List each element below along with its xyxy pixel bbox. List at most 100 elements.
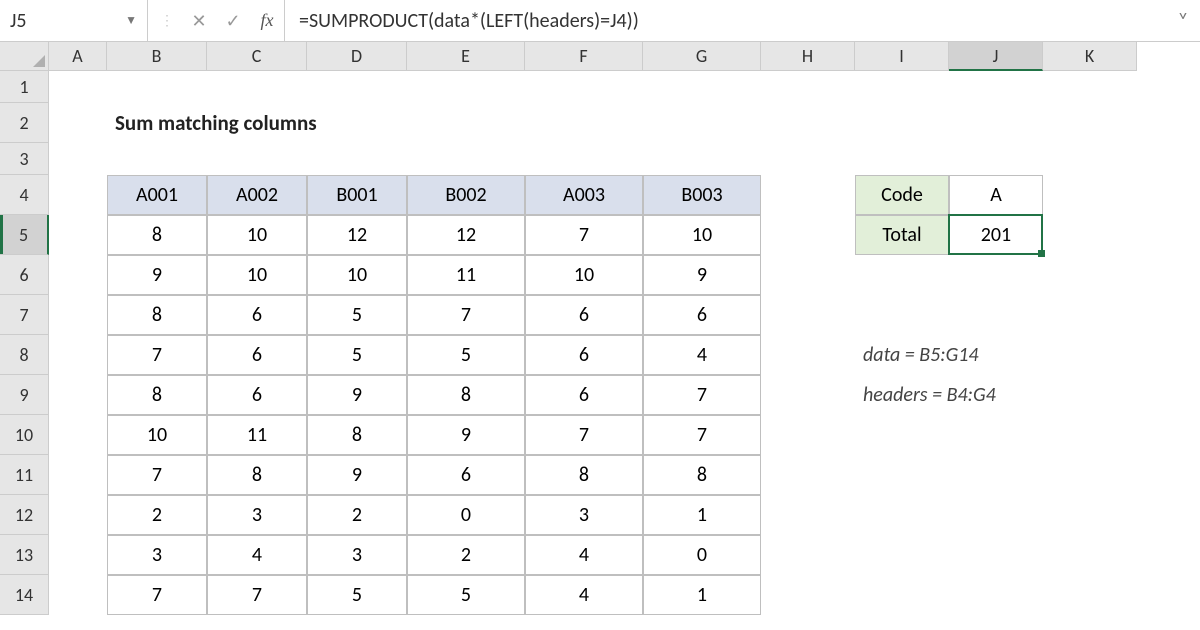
data-cell-r5-G[interactable]: 10 — [643, 215, 761, 255]
data-cell-r11-G[interactable]: 8 — [643, 455, 761, 495]
data-cell-r5-D[interactable]: 12 — [307, 215, 407, 255]
data-cell-r6-E[interactable]: 11 — [407, 255, 525, 295]
data-header-B002[interactable]: B002 — [407, 175, 525, 215]
name-box[interactable]: J5 — [10, 9, 119, 33]
data-cell-r9-E[interactable]: 8 — [407, 375, 525, 415]
column-header-K[interactable]: K — [1043, 42, 1137, 71]
data-cell-r7-F[interactable]: 6 — [525, 295, 643, 335]
data-cell-r11-D[interactable]: 9 — [307, 455, 407, 495]
data-cell-r14-G[interactable]: 1 — [643, 575, 761, 615]
data-cell-r8-G[interactable]: 4 — [643, 335, 761, 375]
data-cell-r12-B[interactable]: 2 — [107, 495, 207, 535]
column-header-F[interactable]: F — [525, 42, 643, 71]
fx-icon[interactable]: fx — [250, 10, 284, 31]
data-cell-r13-E[interactable]: 2 — [407, 535, 525, 575]
column-header-G[interactable]: G — [643, 42, 761, 71]
row-header-1[interactable]: 1 — [0, 71, 49, 103]
name-box-dropdown-icon[interactable]: ▼ — [119, 13, 143, 28]
summary-code-label[interactable]: Code — [855, 175, 949, 215]
row-header-14[interactable]: 14 — [0, 575, 49, 615]
data-cell-r13-F[interactable]: 4 — [525, 535, 643, 575]
data-cell-r7-B[interactable]: 8 — [107, 295, 207, 335]
data-cell-r9-D[interactable]: 9 — [307, 375, 407, 415]
data-cell-r14-F[interactable]: 4 — [525, 575, 643, 615]
row-header-8[interactable]: 8 — [0, 335, 49, 375]
row-header-6[interactable]: 6 — [0, 255, 49, 295]
column-header-D[interactable]: D — [307, 42, 407, 71]
summary-total-label[interactable]: Total — [855, 215, 949, 255]
row-header-7[interactable]: 7 — [0, 295, 49, 335]
data-cell-r14-B[interactable]: 7 — [107, 575, 207, 615]
data-cell-r12-C[interactable]: 3 — [207, 495, 307, 535]
data-cell-r6-C[interactable]: 10 — [207, 255, 307, 295]
column-header-A[interactable]: A — [49, 42, 107, 71]
data-cell-r11-E[interactable]: 6 — [407, 455, 525, 495]
summary-code-value[interactable]: A — [949, 175, 1043, 215]
row-header-9[interactable]: 9 — [0, 375, 49, 415]
data-cell-r7-D[interactable]: 5 — [307, 295, 407, 335]
column-header-J[interactable]: J — [949, 42, 1043, 71]
data-cell-r9-C[interactable]: 6 — [207, 375, 307, 415]
data-cell-r8-B[interactable]: 7 — [107, 335, 207, 375]
data-cell-r7-E[interactable]: 7 — [407, 295, 525, 335]
data-header-B003[interactable]: B003 — [643, 175, 761, 215]
data-cell-r10-C[interactable]: 11 — [207, 415, 307, 455]
data-cell-r8-D[interactable]: 5 — [307, 335, 407, 375]
column-header-C[interactable]: C — [207, 42, 307, 71]
data-header-A001[interactable]: A001 — [107, 175, 207, 215]
column-header-B[interactable]: B — [107, 42, 207, 71]
data-cell-r10-G[interactable]: 7 — [643, 415, 761, 455]
data-cell-r10-E[interactable]: 9 — [407, 415, 525, 455]
column-header-I[interactable]: I — [855, 42, 949, 71]
data-cell-r10-B[interactable]: 10 — [107, 415, 207, 455]
row-header-13[interactable]: 13 — [0, 535, 49, 575]
data-cell-r9-G[interactable]: 7 — [643, 375, 761, 415]
data-cell-r13-B[interactable]: 3 — [107, 535, 207, 575]
data-cell-r6-F[interactable]: 10 — [525, 255, 643, 295]
column-header-H[interactable]: H — [761, 42, 855, 71]
data-cell-r6-B[interactable]: 9 — [107, 255, 207, 295]
row-header-10[interactable]: 10 — [0, 415, 49, 455]
data-cell-r8-F[interactable]: 6 — [525, 335, 643, 375]
data-cell-r12-E[interactable]: 0 — [407, 495, 525, 535]
row-header-5[interactable]: 5 — [0, 215, 49, 255]
data-cell-r6-G[interactable]: 9 — [643, 255, 761, 295]
data-cell-r8-E[interactable]: 5 — [407, 335, 525, 375]
formula-input[interactable]: =SUMPRODUCT(data*(LEFT(headers)=J4)) — [285, 9, 1166, 33]
data-cell-r14-D[interactable]: 5 — [307, 575, 407, 615]
data-cell-r8-C[interactable]: 6 — [207, 335, 307, 375]
data-cell-r9-F[interactable]: 6 — [525, 375, 643, 415]
enter-icon[interactable]: ✓ — [216, 10, 250, 32]
data-cell-r13-C[interactable]: 4 — [207, 535, 307, 575]
data-cell-r14-E[interactable]: 5 — [407, 575, 525, 615]
cancel-icon[interactable]: ✕ — [182, 10, 216, 32]
data-cell-r9-B[interactable]: 8 — [107, 375, 207, 415]
data-cell-r13-D[interactable]: 3 — [307, 535, 407, 575]
row-header-4[interactable]: 4 — [0, 175, 49, 215]
data-cell-r11-C[interactable]: 8 — [207, 455, 307, 495]
row-header-2[interactable]: 2 — [0, 103, 49, 143]
row-header-11[interactable]: 11 — [0, 455, 49, 495]
data-cell-r6-D[interactable]: 10 — [307, 255, 407, 295]
data-header-A003[interactable]: A003 — [525, 175, 643, 215]
data-cell-r5-E[interactable]: 12 — [407, 215, 525, 255]
data-header-B001[interactable]: B001 — [307, 175, 407, 215]
data-cell-r10-F[interactable]: 7 — [525, 415, 643, 455]
data-cell-r11-F[interactable]: 8 — [525, 455, 643, 495]
row-header-12[interactable]: 12 — [0, 495, 49, 535]
data-cell-r5-F[interactable]: 7 — [525, 215, 643, 255]
data-cell-r11-B[interactable]: 7 — [107, 455, 207, 495]
data-cell-r13-G[interactable]: 0 — [643, 535, 761, 575]
select-all-corner[interactable] — [0, 42, 49, 71]
title-cell[interactable]: Sum matching columns — [107, 103, 507, 143]
data-cell-r5-B[interactable]: 8 — [107, 215, 207, 255]
column-header-E[interactable]: E — [407, 42, 525, 71]
data-cell-r12-G[interactable]: 1 — [643, 495, 761, 535]
data-cell-r7-C[interactable]: 6 — [207, 295, 307, 335]
data-header-A002[interactable]: A002 — [207, 175, 307, 215]
row-header-3[interactable]: 3 — [0, 143, 49, 175]
data-cell-r10-D[interactable]: 8 — [307, 415, 407, 455]
summary-total-value[interactable]: 201 — [949, 215, 1043, 255]
data-cell-r12-F[interactable]: 3 — [525, 495, 643, 535]
data-cell-r5-C[interactable]: 10 — [207, 215, 307, 255]
